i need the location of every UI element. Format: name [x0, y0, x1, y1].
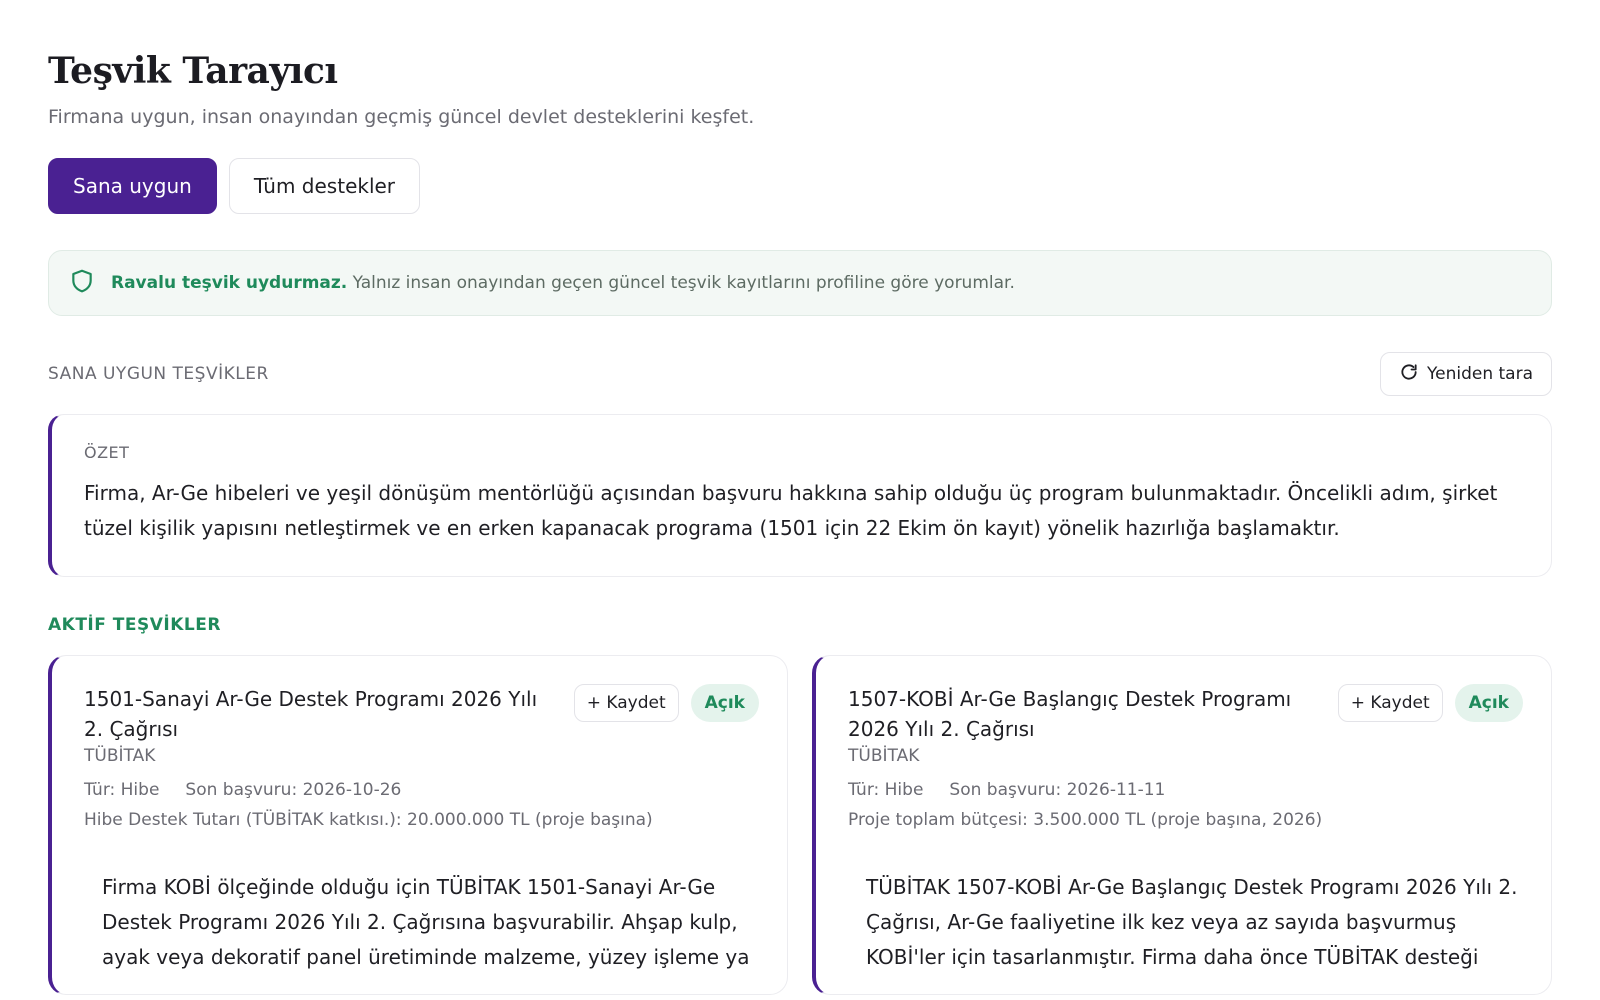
incentive-title[interactable]: 1507-KOBİ Ar-Ge Başlangıç Destek Program…: [848, 684, 1318, 744]
page-title: Teşvik Tarayıcı: [48, 50, 338, 92]
incentive-amount: Hibe Destek Tutarı (TÜBİTAK katkısı.): 2…: [84, 810, 653, 830]
notice-text: Yalnız insan onayından geçen güncel teşv…: [347, 273, 1015, 293]
incentive-card[interactable]: 1507-KOBİ Ar-Ge Başlangıç Destek Program…: [812, 655, 1552, 995]
summary-label: ÖZET: [84, 443, 130, 462]
refresh-icon: [1399, 362, 1419, 387]
incentive-description: TÜBİTAK 1507-KOBİ Ar-Ge Başlangıç Destek…: [866, 875, 1518, 969]
incentive-amount: Proje toplam bütçesi: 3.500.000 TL (proj…: [848, 810, 1323, 830]
shield-icon: [69, 268, 95, 299]
status-badge: Açık: [1454, 684, 1523, 722]
section-label: SANA UYGUN TEŞVİKLER: [48, 364, 269, 384]
incentive-provider: TÜBİTAK: [84, 746, 156, 766]
save-button[interactable]: + Kaydet: [1337, 684, 1443, 722]
incentive-card[interactable]: 1501-Sanayi Ar-Ge Destek Programı 2026 Y…: [48, 655, 788, 995]
rescan-label: Yeniden tara: [1426, 364, 1533, 384]
summary-card: ÖZET Firma, Ar-Ge hibeleri ve yeşil dönü…: [48, 414, 1552, 577]
section-header: SANA UYGUN TEŞVİKLER Yeniden tara: [48, 352, 1552, 396]
incentive-cards: 1501-Sanayi Ar-Ge Destek Programı 2026 Y…: [48, 655, 1552, 995]
save-button[interactable]: + Kaydet: [573, 684, 679, 722]
incentive-type: Tür: Hibe: [848, 780, 924, 800]
tab-tum-destekler[interactable]: Tüm destekler: [228, 158, 421, 214]
incentive-description: Firma KOBİ ölçeğinde olduğu için TÜBİTAK…: [102, 875, 750, 969]
notice-strong-text: Ravalu teşvik uydurmaz.: [111, 273, 348, 293]
tab-bar: Sana uygun Tüm destekler: [48, 158, 1552, 214]
info-notice: Ravalu teşvik uydurmaz. Yalnız insan ona…: [48, 250, 1552, 316]
status-badge: Açık: [690, 684, 759, 722]
tab-sana-uygun[interactable]: Sana uygun: [48, 158, 217, 214]
incentive-provider: TÜBİTAK: [848, 746, 920, 766]
page-subtitle: Firmana uygun, insan onayından geçmiş gü…: [48, 106, 755, 128]
incentive-title[interactable]: 1501-Sanayi Ar-Ge Destek Programı 2026 Y…: [84, 684, 554, 744]
incentive-type: Tür: Hibe: [84, 780, 160, 800]
incentive-deadline: Son başvuru: 2026-11-11: [949, 780, 1166, 800]
summary-text: Firma, Ar-Ge hibeleri ve yeşil dönüşüm m…: [84, 481, 1498, 540]
page: Teşvik Tarayıcı Firmana uygun, insan ona…: [0, 0, 1600, 995]
incentive-deadline: Son başvuru: 2026-10-26: [185, 780, 402, 800]
rescan-button[interactable]: Yeniden tara: [1379, 352, 1552, 396]
active-incentives-label: AKTİF TEŞVİKLER: [48, 615, 221, 635]
